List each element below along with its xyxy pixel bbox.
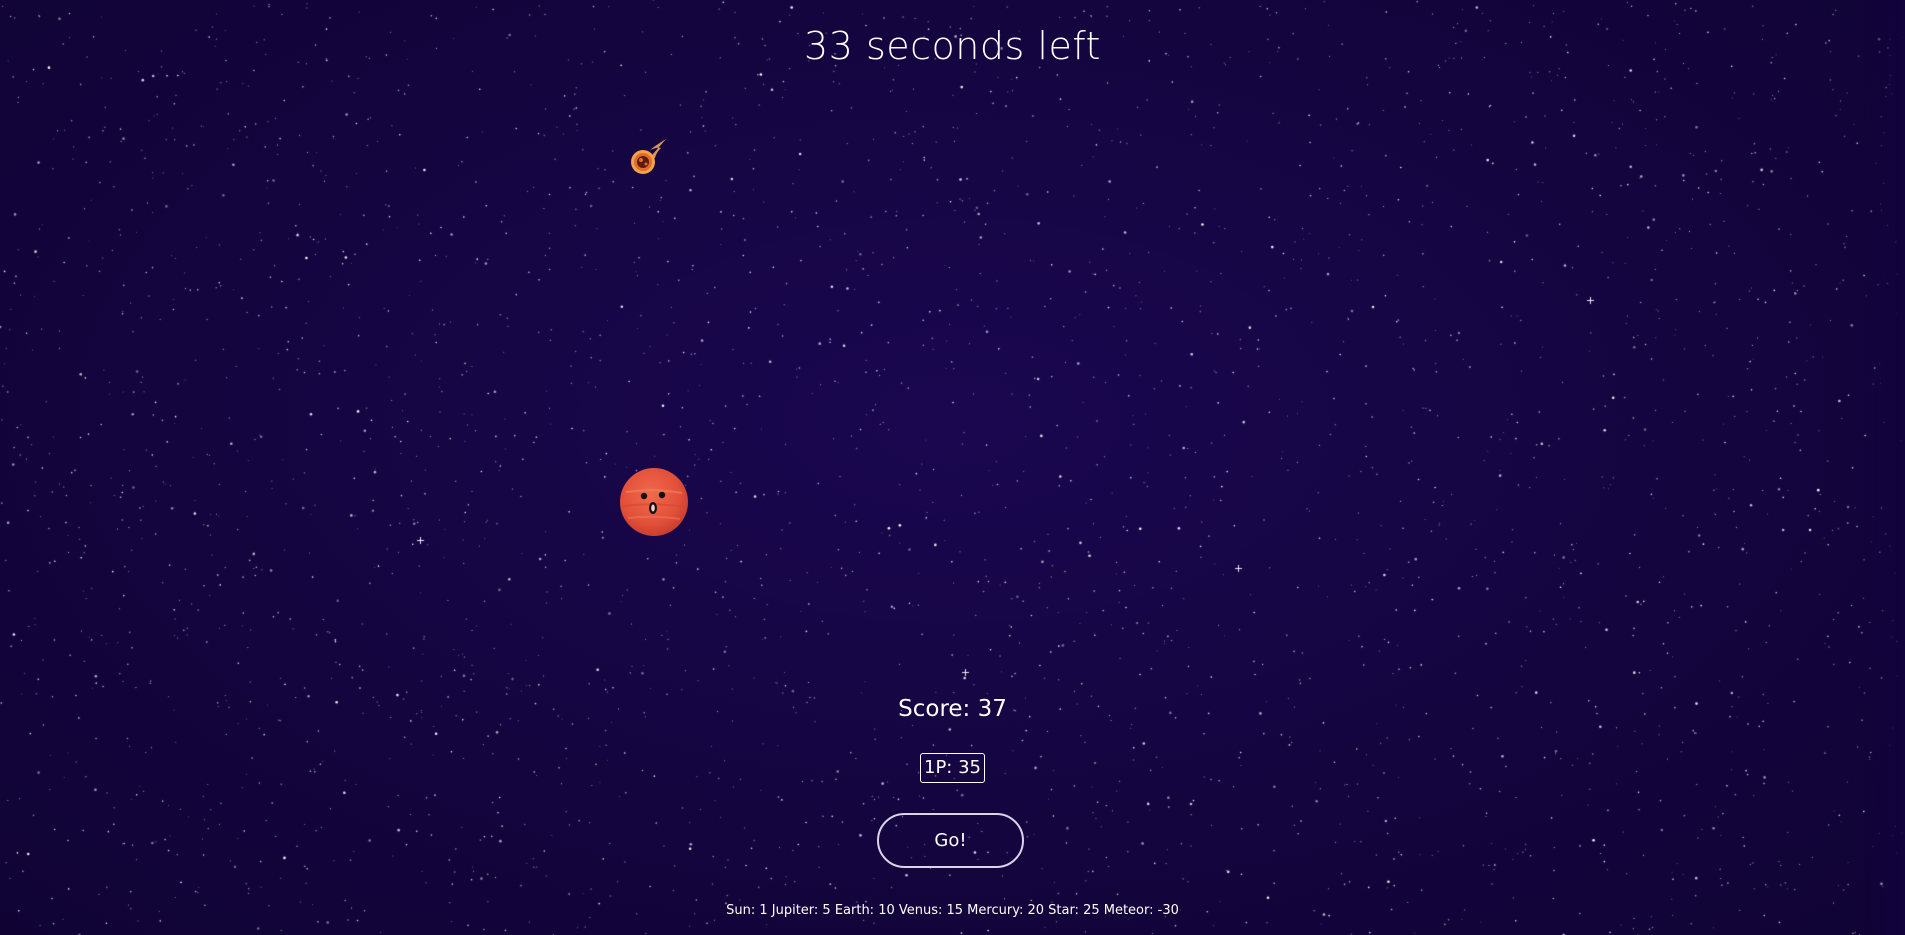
go-button[interactable]: Go! bbox=[877, 813, 1024, 868]
player-score-badge: 1P: 35 bbox=[920, 753, 985, 783]
timer-text: 33 seconds left bbox=[804, 24, 1101, 68]
mars-face-icon[interactable] bbox=[618, 466, 690, 538]
score-text: Score: 37 bbox=[898, 696, 1007, 722]
edge-shade bbox=[1865, 0, 1905, 935]
game-stage[interactable]: 33 seconds left Score: 37 1P: 35 Go! Sun… bbox=[0, 0, 1905, 935]
points-legend: Sun: 1 Jupiter: 5 Earth: 10 Venus: 15 Me… bbox=[726, 903, 1179, 918]
meteor-icon[interactable] bbox=[628, 136, 670, 178]
player-score-row: 1P: 35 bbox=[0, 753, 1905, 783]
starfield-background bbox=[0, 0, 1905, 935]
